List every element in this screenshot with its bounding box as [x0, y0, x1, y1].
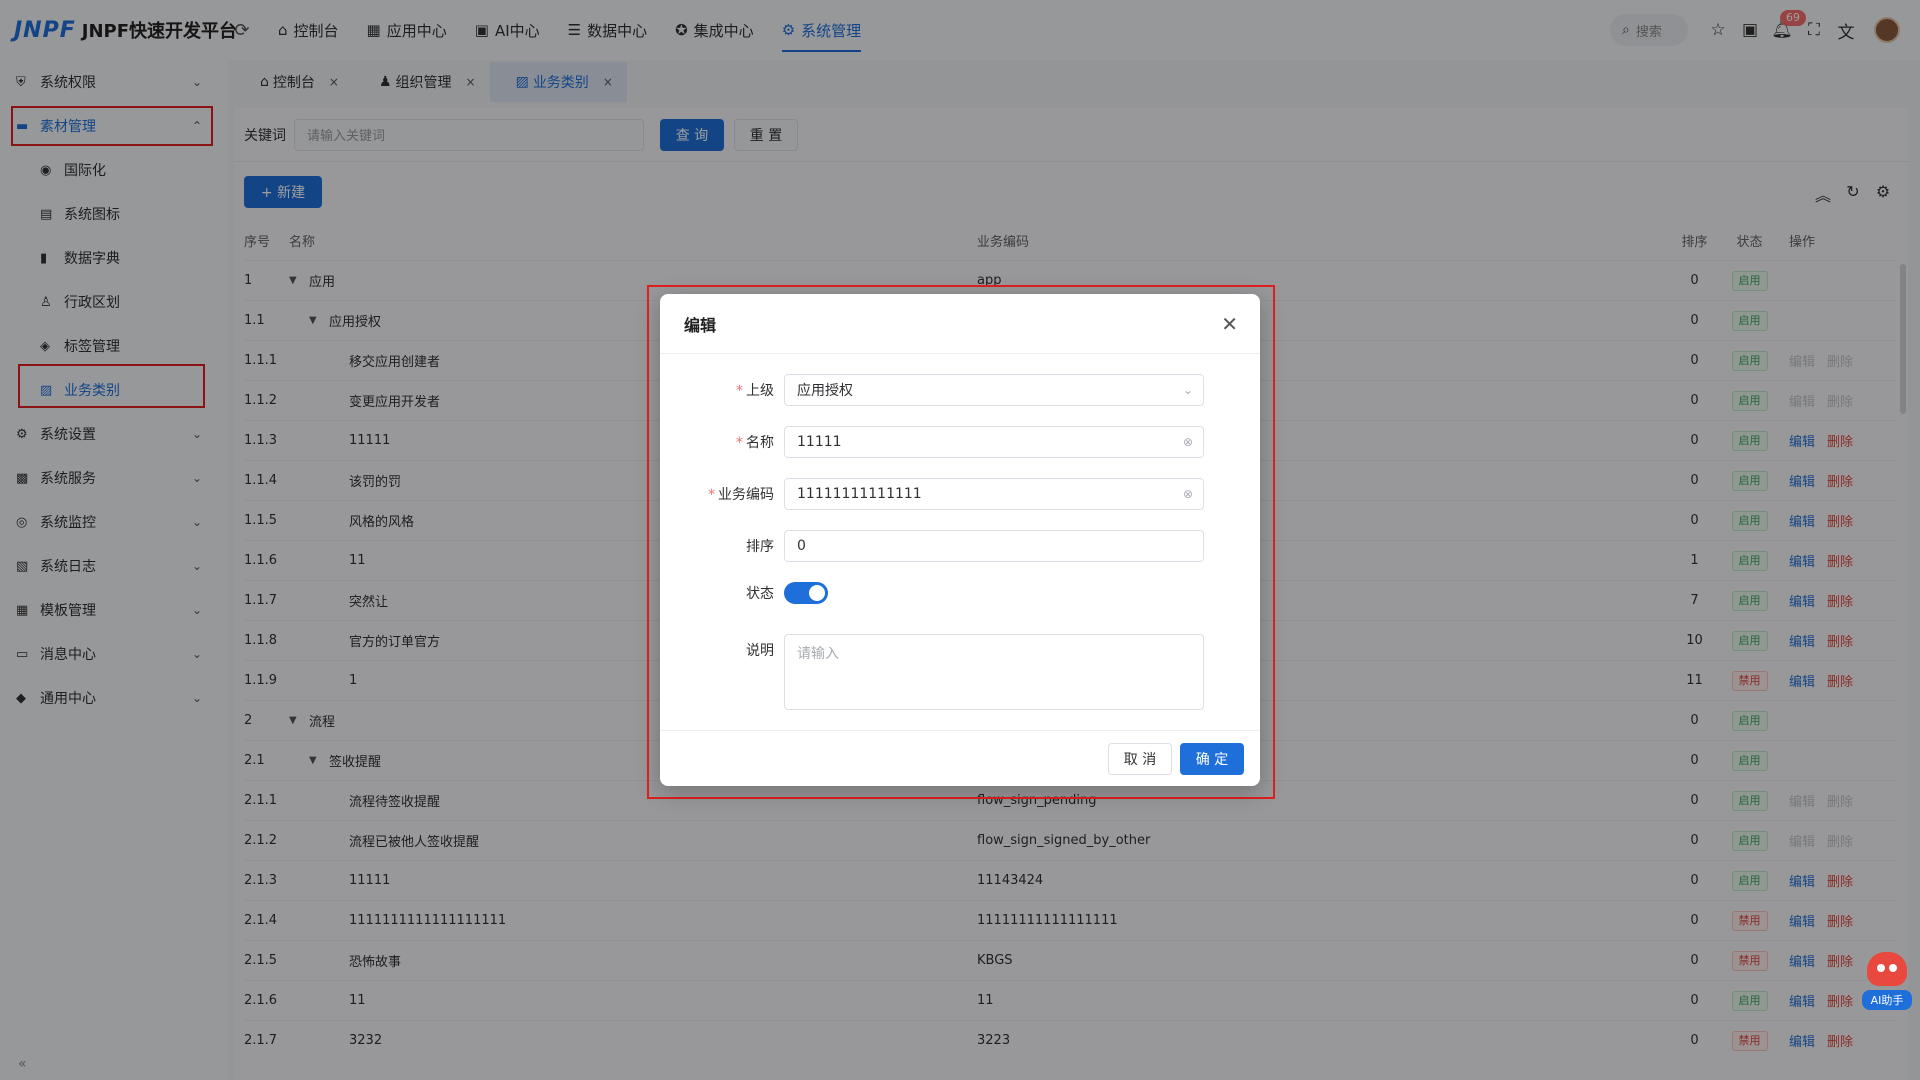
sort-label: 排序	[746, 539, 774, 555]
sort-input[interactable]: 0	[784, 530, 1204, 562]
field-status: 状态	[660, 582, 1260, 604]
robot-icon	[1867, 952, 1907, 986]
parent-label: * 上级	[736, 383, 774, 399]
close-icon[interactable]: ✕	[1221, 312, 1238, 336]
desc-label: 说明	[746, 643, 774, 659]
code-input[interactable]: 11111111111111 ⊗	[784, 478, 1204, 510]
code-value: 11111111111111	[797, 486, 922, 502]
name-label: * 名称	[736, 435, 774, 451]
field-parent: * 上级 应用授权 ⌄	[660, 374, 1260, 406]
desc-placeholder: 请输入	[797, 646, 839, 662]
dialog-header: 编辑 ✕	[660, 294, 1260, 354]
field-code: * 业务编码 11111111111111 ⊗	[660, 478, 1260, 510]
dialog-footer: 取 消 确 定	[660, 730, 1260, 786]
ai-helper-button[interactable]: AI助手	[1862, 952, 1912, 1022]
ai-helper-label: AI助手	[1862, 990, 1912, 1010]
status-label: 状态	[746, 586, 774, 602]
name-value: 11111	[797, 434, 842, 450]
field-name: * 名称 11111 ⊗	[660, 426, 1260, 458]
edit-dialog: 编辑 ✕ * 上级 应用授权 ⌄ * 名称 11111 ⊗ * 业务编码 111111…	[660, 294, 1260, 786]
name-input[interactable]: 11111 ⊗	[784, 426, 1204, 458]
clear-icon[interactable]: ⊗	[1183, 435, 1193, 449]
parent-select[interactable]: 应用授权 ⌄	[784, 374, 1204, 406]
parent-value: 应用授权	[797, 383, 853, 399]
confirm-button[interactable]: 确 定	[1180, 743, 1244, 775]
clear-icon[interactable]: ⊗	[1183, 487, 1193, 501]
dialog-title: 编辑	[684, 315, 717, 335]
cancel-button[interactable]: 取 消	[1108, 743, 1172, 775]
field-sort: 排序 0	[660, 530, 1260, 562]
chevron-down-icon: ⌄	[1182, 383, 1193, 397]
status-switch[interactable]	[784, 582, 828, 604]
sort-value: 0	[797, 538, 806, 554]
desc-textarea[interactable]: 请输入	[784, 634, 1204, 710]
code-label: * 业务编码	[708, 487, 774, 503]
field-desc: 说明 请输入	[660, 634, 1260, 710]
